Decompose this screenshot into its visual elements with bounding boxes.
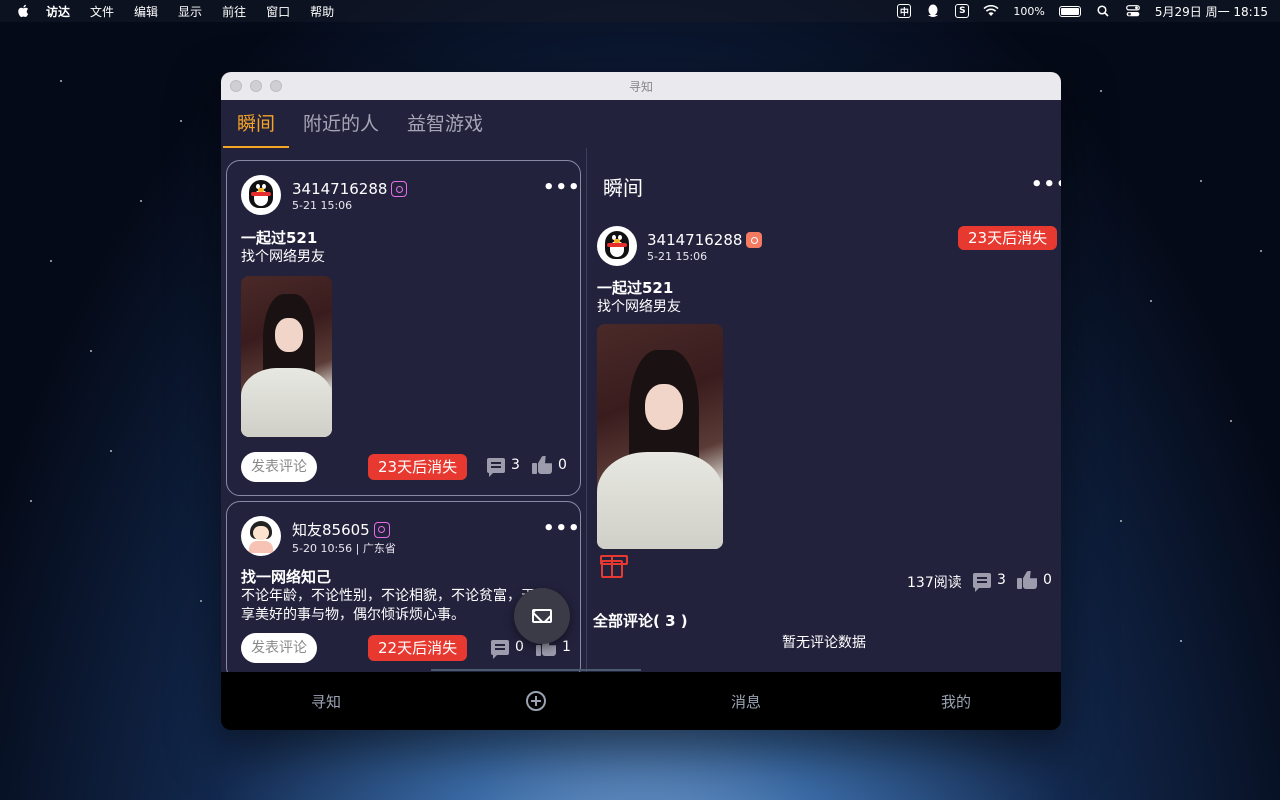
qq-icon[interactable]: [925, 4, 941, 18]
close-button[interactable]: [230, 80, 242, 92]
minimize-button[interactable]: [250, 80, 262, 92]
menu-edit[interactable]: 编辑: [134, 3, 158, 20]
control-center-icon[interactable]: [1125, 4, 1141, 18]
message-fab-button[interactable]: [514, 588, 570, 644]
post-comment-button[interactable]: 发表评论: [241, 452, 317, 482]
read-count-value: 137阅读: [907, 575, 962, 591]
zoom-button[interactable]: [270, 80, 282, 92]
expire-badge: 22天后消失: [368, 635, 468, 661]
comment-count-value: 3: [997, 572, 1006, 588]
menu-window[interactable]: 窗口: [266, 3, 290, 20]
expire-badge: 23天后消失: [368, 454, 468, 480]
tab-nearby[interactable]: 附近的人: [289, 109, 393, 148]
nav-messages[interactable]: 消息: [641, 691, 851, 712]
girl-avatar-icon: [246, 519, 276, 553]
more-options-icon[interactable]: •••: [1031, 174, 1061, 195]
read-count: 137阅读: [907, 572, 962, 592]
comment-count[interactable]: 3: [487, 457, 520, 477]
menu-go[interactable]: 前往: [222, 3, 246, 20]
like-count-value: 0: [1043, 572, 1052, 588]
nav-home[interactable]: 寻知: [221, 691, 431, 712]
window-title: 寻知: [628, 79, 653, 94]
macos-menubar: 访达 文件 编辑 显示 前往 窗口 帮助 中 S 100% 5月29日 周一 1…: [0, 0, 1280, 22]
post-photo[interactable]: [241, 276, 332, 437]
expire-badge: 23天后消失: [958, 226, 1058, 250]
no-comments-text: 暂无评论数据: [782, 635, 866, 651]
detail-header: 瞬间: [603, 176, 643, 200]
penguin-avatar-icon: [602, 229, 632, 263]
post-detail: 瞬间 ••• 3414716288 5-21 15:06 23天后消失 一起过5…: [587, 148, 1061, 672]
username[interactable]: 3414716288: [647, 231, 742, 249]
comments-title: 全部评论( 3 ): [593, 612, 688, 630]
thumbs-up-icon: [532, 456, 552, 474]
post-title: 一起过521: [241, 229, 318, 247]
top-tabs: 瞬间 附近的人 益智游戏: [221, 100, 1061, 148]
menu-app-name[interactable]: 访达: [46, 3, 70, 20]
plus-circle-icon: [526, 691, 546, 711]
comment-icon: [973, 572, 991, 592]
input-method-icon[interactable]: 中: [897, 4, 912, 18]
username[interactable]: 3414716288: [292, 180, 387, 198]
post-body: 不论年龄，不论性别，不论相貌，不论贫富，天分享美好的事与物，偶尔倾诉烦心事。: [241, 588, 549, 623]
thumbs-up-icon: [1017, 571, 1037, 589]
like-count[interactable]: 0: [532, 456, 567, 474]
main-content: 3414716288 5-21 15:06 ••• 一起过521 找个网络男友 …: [221, 148, 1061, 672]
penguin-avatar-icon: [246, 178, 276, 212]
post-title: 找一网络知己: [241, 568, 332, 586]
comment-count-value: 0: [515, 639, 524, 655]
window-controls: [230, 80, 282, 92]
tab-moments[interactable]: 瞬间: [223, 109, 290, 148]
like-count[interactable]: 0: [1017, 571, 1052, 589]
menu-file[interactable]: 文件: [90, 3, 114, 20]
bottom-nav: 寻知 消息 我的: [221, 669, 1061, 730]
nav-mine[interactable]: 我的: [851, 691, 1061, 712]
like-count-value: 1: [562, 639, 571, 655]
verified-badge-icon: [391, 181, 408, 197]
more-options-icon[interactable]: •••: [543, 177, 581, 198]
verified-badge-icon: [373, 521, 390, 538]
battery-icon[interactable]: [1058, 5, 1081, 17]
more-options-icon[interactable]: •••: [543, 518, 581, 539]
avatar[interactable]: [241, 175, 281, 215]
post-meta: 5-21 15:06: [647, 250, 708, 263]
tab-puzzle-games[interactable]: 益智游戏: [393, 109, 497, 148]
post-comment-button[interactable]: 发表评论: [241, 633, 317, 663]
comment-icon: [487, 457, 505, 477]
window-titlebar[interactable]: 寻知: [221, 72, 1061, 100]
battery-percent: 100%: [1013, 4, 1045, 18]
feed-list[interactable]: 3414716288 5-21 15:06 ••• 一起过521 找个网络男友 …: [221, 148, 586, 672]
search-icon[interactable]: [1095, 4, 1111, 18]
like-count-value: 0: [558, 457, 567, 473]
feed-card[interactable]: 3414716288 5-21 15:06 ••• 一起过521 找个网络男友 …: [226, 160, 581, 496]
wifi-icon[interactable]: [983, 4, 999, 18]
username[interactable]: 知友85605: [292, 519, 370, 540]
verified-badge-icon: [746, 232, 763, 248]
menu-help[interactable]: 帮助: [310, 3, 334, 20]
menubar-clock[interactable]: 5月29日 周一 18:15: [1155, 3, 1268, 20]
post-body: 找个网络男友: [241, 249, 325, 265]
apple-icon[interactable]: [16, 4, 30, 18]
post-meta: 5-21 15:06: [292, 199, 353, 212]
feed-card[interactable]: 知友85605 5-20 10:56 | 广东省 ••• 找一网络知己 不论年龄…: [226, 501, 581, 672]
comment-count[interactable]: 0: [491, 639, 524, 659]
nav-indicator: [431, 669, 641, 671]
menu-view[interactable]: 显示: [178, 3, 202, 20]
post-meta: 5-20 10:56 | 广东省: [292, 542, 396, 555]
post-photo[interactable]: [597, 324, 723, 549]
nav-add-post[interactable]: [431, 691, 641, 711]
post-title: 一起过521: [597, 279, 674, 297]
avatar[interactable]: [241, 516, 281, 556]
avatar[interactable]: [597, 226, 637, 266]
comment-count-value: 3: [511, 457, 520, 473]
app-window: 寻知 瞬间 附近的人 益智游戏 3414716288 5-21 15:06 ••…: [221, 72, 1061, 730]
comment-icon: [491, 639, 509, 659]
comment-count[interactable]: 3: [973, 572, 1006, 592]
sogou-icon[interactable]: S: [955, 4, 970, 18]
gift-icon[interactable]: [600, 555, 628, 578]
post-body: 找个网络男友: [597, 299, 681, 315]
mail-icon: [532, 609, 552, 623]
